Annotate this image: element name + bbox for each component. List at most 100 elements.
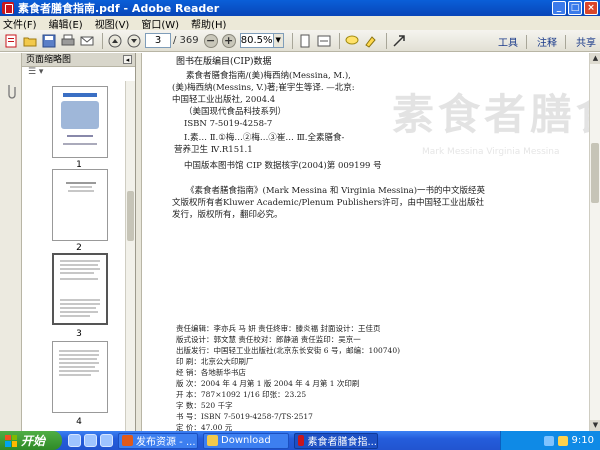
- thumb-line: [63, 143, 97, 145]
- menu-view[interactable]: 视图(V): [95, 16, 130, 31]
- copyright-paragraph: 《素食者膳食指南》(Mark Messina 和 Virginia Messin…: [186, 186, 486, 196]
- thumb-line: [60, 307, 96, 309]
- toolbar-divider: [526, 34, 527, 49]
- cip-line: ISBN 7-5019-4258-7: [184, 119, 273, 129]
- thumb-line: [60, 268, 100, 270]
- adobe-reader-icon: [2, 2, 14, 14]
- thumb-title-bar: [63, 93, 97, 97]
- word-count-line: 字 数：520 千字: [176, 401, 233, 410]
- comment-button[interactable]: 注释: [537, 34, 557, 49]
- cip-line: 素食者膳食指南/(美)梅西纳(Messina, M.),: [186, 71, 351, 81]
- taskbar-item-browser[interactable]: 发布资源 - ...: [118, 432, 198, 449]
- watermark-title: 素食者膳食指: [392, 90, 589, 139]
- fit-width-icon[interactable]: [316, 33, 332, 49]
- thumbnails-scrollbar[interactable]: [125, 81, 135, 431]
- thumb-line: [66, 182, 96, 184]
- quick-launch: [68, 434, 113, 447]
- browser-icon: [122, 435, 133, 446]
- fit-page-icon[interactable]: [297, 33, 313, 49]
- title-bar: 素食者膳食指南.pdf - Adobe Reader _ □ ×: [0, 0, 600, 16]
- window-controls: _ □ ×: [552, 1, 598, 15]
- start-label: 开始: [21, 434, 46, 448]
- navigation-strip: [0, 53, 22, 431]
- email-icon[interactable]: [79, 33, 95, 49]
- create-pdf-icon[interactable]: [3, 33, 19, 49]
- thumbnails-header: 页面缩略图 ◂: [22, 53, 135, 67]
- print-icon[interactable]: [60, 33, 76, 49]
- thumb-line: [59, 366, 95, 368]
- comment-icon[interactable]: [344, 33, 360, 49]
- publisher-line: 出版发行：中国轻工业出版社(北京东长安街 6 号，邮编：100740): [176, 346, 401, 355]
- taskbar-item-label: 素食者膳食指...: [307, 437, 377, 448]
- cip-number: 中国版本图书馆 CIP 数据核字(2004)第 009199 号: [184, 161, 382, 171]
- toolbar-divider: [338, 32, 340, 49]
- page-number-input[interactable]: 3: [145, 33, 171, 48]
- thumb-line: [59, 362, 99, 364]
- menu-window[interactable]: 窗口(W): [141, 16, 179, 31]
- zoom-in-button[interactable]: +: [221, 33, 236, 48]
- isbn-line: 书 号：ISBN 7-5019-4258-7/TS·2517: [176, 412, 313, 421]
- thumb-line: [60, 278, 98, 280]
- tools-button[interactable]: 工具: [498, 34, 518, 49]
- page-thumbnail-label: 4: [76, 417, 82, 427]
- thumb-line: [60, 272, 94, 274]
- page-thumbnails-panel: 页面缩略图 ◂ ☰ ▾ 1 2 3 4: [22, 53, 136, 431]
- cip-heading: 图书在版编目(CIP)数据: [176, 57, 272, 67]
- browser-quicklaunch-icon[interactable]: [68, 434, 81, 447]
- highlight-icon[interactable]: [363, 33, 379, 49]
- thumbnails-options-button[interactable]: ☰ ▾: [22, 67, 135, 81]
- scroll-down-icon[interactable]: ▼: [590, 420, 600, 431]
- document-scrollbar[interactable]: ▲ ▼: [589, 53, 600, 431]
- thumb-line: [70, 186, 92, 188]
- thumb-line: [68, 190, 94, 192]
- menu-edit[interactable]: 编辑(E): [49, 16, 83, 31]
- minimize-button[interactable]: _: [552, 1, 566, 15]
- expand-icon[interactable]: [391, 33, 407, 49]
- thumb-line: [60, 299, 100, 301]
- page-thumbnail[interactable]: [52, 169, 108, 241]
- thumb-line: [59, 358, 97, 360]
- share-button[interactable]: 共享: [576, 34, 596, 49]
- media-quicklaunch-icon[interactable]: [100, 434, 113, 447]
- page-thumbnail-label: 3: [76, 329, 82, 339]
- thumb-line: [60, 311, 98, 313]
- taskbar-item-reader[interactable]: 素食者膳食指...: [294, 432, 378, 449]
- network-icon[interactable]: [543, 435, 554, 446]
- taskbar-item-download[interactable]: Download: [203, 432, 289, 449]
- start-button[interactable]: 开始: [0, 431, 62, 450]
- open-icon[interactable]: [22, 33, 38, 49]
- toolbar-divider: [291, 32, 293, 49]
- collapse-panel-button[interactable]: ◂: [123, 55, 132, 64]
- menu-file[interactable]: 文件(F): [3, 16, 37, 31]
- save-icon[interactable]: [41, 33, 57, 49]
- thumb-line: [59, 354, 99, 356]
- next-page-icon[interactable]: [126, 33, 142, 49]
- close-button[interactable]: ×: [584, 1, 598, 15]
- previous-page-icon[interactable]: [107, 33, 123, 49]
- document-scroll-thumb[interactable]: [591, 143, 599, 203]
- zoom-out-button[interactable]: −: [203, 33, 218, 48]
- page-thumbnail[interactable]: [52, 86, 108, 158]
- maximize-button[interactable]: □: [568, 1, 582, 15]
- thumbnails-scroll-thumb[interactable]: [127, 191, 134, 241]
- printer-line: 印 刷：北京公大印刷厂: [176, 357, 254, 366]
- credits-line: 责任编辑：李亦兵 马 妍 责任终审：滕炎福 封面设计：王佳页: [176, 324, 381, 333]
- cip-line: 营养卫生 Ⅳ.R151.1: [174, 145, 253, 155]
- thumb-line: [59, 374, 91, 376]
- volume-icon[interactable]: [557, 435, 568, 446]
- menu-help[interactable]: 帮助(H): [191, 16, 226, 31]
- desktop-quicklaunch-icon[interactable]: [84, 434, 97, 447]
- price-line: 定 价：47.00 元: [176, 423, 233, 431]
- thumb-line: [59, 370, 99, 372]
- attachment-icon[interactable]: [5, 83, 17, 102]
- zoom-dropdown-icon[interactable]: ▼: [273, 33, 284, 48]
- thumb-cover-image: [61, 101, 99, 129]
- page-thumbnail-selected[interactable]: [52, 253, 108, 325]
- scroll-up-icon[interactable]: ▲: [590, 53, 600, 64]
- copyright-paragraph: 文版权所有者Kluwer Academic/Plenum Publishers许…: [172, 198, 484, 208]
- menu-bar: 文件(F) 编辑(E) 视图(V) 窗口(W) 帮助(H): [0, 16, 600, 31]
- page-thumbnail[interactable]: [52, 341, 108, 413]
- zoom-input[interactable]: 80.5%: [239, 33, 274, 48]
- task-buttons: 工具 注释 共享: [488, 34, 596, 49]
- clock[interactable]: 9:10: [572, 435, 594, 446]
